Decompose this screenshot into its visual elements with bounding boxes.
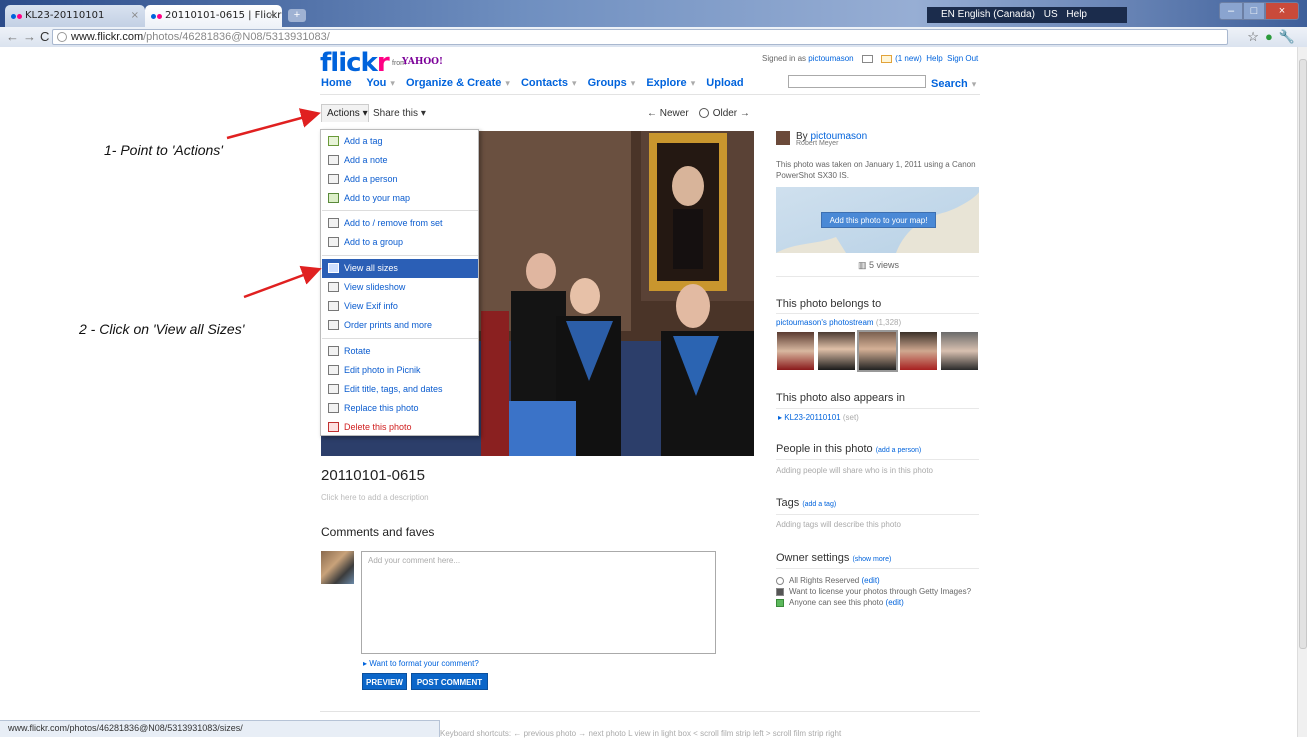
- visibility-row: Anyone can see this photo (edit): [776, 598, 904, 607]
- stream-thumbnail[interactable]: [777, 332, 814, 370]
- arrow-to-view-all-sizes: [243, 265, 322, 299]
- sidebar-divider: [776, 408, 979, 409]
- public-icon: [776, 598, 784, 607]
- tags-heading-label: Tags: [776, 497, 800, 509]
- rights-row: All Rights Reserved (edit): [776, 576, 880, 585]
- photo-description-placeholder[interactable]: Click here to add a description: [321, 493, 429, 502]
- photostream-count: (1,328): [875, 318, 902, 327]
- comment-textarea[interactable]: Add your comment here...: [361, 551, 716, 654]
- preview-button[interactable]: PREVIEW: [362, 673, 407, 690]
- close-tab-icon[interactable]: ×: [268, 10, 276, 21]
- arrow-to-actions: [226, 108, 321, 140]
- add-person-link[interactable]: (add a person): [876, 447, 922, 454]
- copyright-icon: [776, 576, 784, 585]
- add-to-map-button[interactable]: Add this photo to your map!: [821, 212, 936, 228]
- stream-thumbnail[interactable]: [941, 332, 978, 370]
- stream-thumbnail-current[interactable]: [857, 330, 898, 372]
- add-tag-link[interactable]: (add a tag): [802, 501, 836, 508]
- tab-title: 20110101-0615 | Flickr - P...: [165, 10, 282, 21]
- owner-settings-label: Owner settings: [776, 552, 850, 564]
- status-bar: www.flickr.com/photos/46281836@N08/53139…: [0, 720, 440, 737]
- stream-thumbnail[interactable]: [900, 332, 937, 370]
- show-more-link[interactable]: (show more): [852, 556, 891, 563]
- owner-settings-heading: Owner settings (show more): [776, 552, 891, 564]
- comment-placeholder: Add your comment here...: [368, 556, 461, 565]
- set-link[interactable]: ▸ KL23-20110101 (set): [778, 413, 859, 422]
- rights-label: All Rights Reserved: [789, 576, 860, 585]
- photo-title[interactable]: 20110101-0615: [321, 467, 425, 484]
- sidebar-divider: [776, 313, 979, 314]
- belongs-heading: This photo belongs to: [776, 298, 882, 310]
- stream-thumbnail[interactable]: [818, 332, 855, 370]
- tags-heading: Tags (add a tag): [776, 497, 836, 509]
- tags-text: Adding tags will describe this photo: [776, 520, 901, 529]
- owner-avatar[interactable]: [776, 131, 790, 145]
- sidebar-divider: [776, 459, 979, 460]
- flickr-favicon-icon: [151, 11, 163, 19]
- chart-icon: ▥: [858, 260, 870, 270]
- views-label: 5 views: [869, 260, 900, 270]
- people-heading-label: People in this photo: [776, 443, 873, 455]
- set-label: KL23-20110101: [784, 413, 841, 422]
- sidebar-divider: [776, 276, 979, 277]
- sidebar-divider: [776, 514, 979, 515]
- tab-photo[interactable]: 20110101-0615 | Flickr - P... ×: [145, 5, 282, 27]
- set-suffix: (set): [842, 413, 859, 422]
- sidebar-divider: [776, 568, 979, 569]
- views-count: ▥ 5 views: [858, 260, 899, 271]
- format-link-label: Want to format your comment?: [369, 659, 479, 668]
- getty-row: Want to license your photos through Gett…: [776, 587, 971, 596]
- people-heading: People in this photo (add a person): [776, 443, 921, 455]
- footer-divider: [320, 711, 980, 712]
- people-text: Adding people will share who is in this …: [776, 466, 933, 475]
- owner-real-name: Robert Meyer: [796, 140, 839, 147]
- format-comment-link[interactable]: ▸ Want to format your comment?: [363, 659, 479, 668]
- avatar[interactable]: [321, 551, 354, 584]
- getty-icon: [776, 587, 784, 596]
- photostream-label: pictoumason's photostream: [776, 318, 874, 327]
- photostream-link[interactable]: pictoumason's photostream (1,328): [776, 318, 901, 327]
- visibility-label: Anyone can see this photo: [789, 598, 884, 607]
- photo-taken-info: This photo was taken on January 1, 2011 …: [776, 160, 976, 180]
- appears-heading: This photo also appears in: [776, 392, 906, 404]
- post-comment-button[interactable]: POST COMMENT: [411, 673, 488, 690]
- visibility-edit-link[interactable]: (edit): [886, 598, 904, 607]
- map-preview[interactable]: Add this photo to your map!: [776, 187, 979, 253]
- getty-label[interactable]: Want to license your photos through Gett…: [789, 587, 971, 596]
- rights-edit-link[interactable]: (edit): [861, 576, 879, 585]
- comments-heading: Comments and faves: [321, 525, 435, 539]
